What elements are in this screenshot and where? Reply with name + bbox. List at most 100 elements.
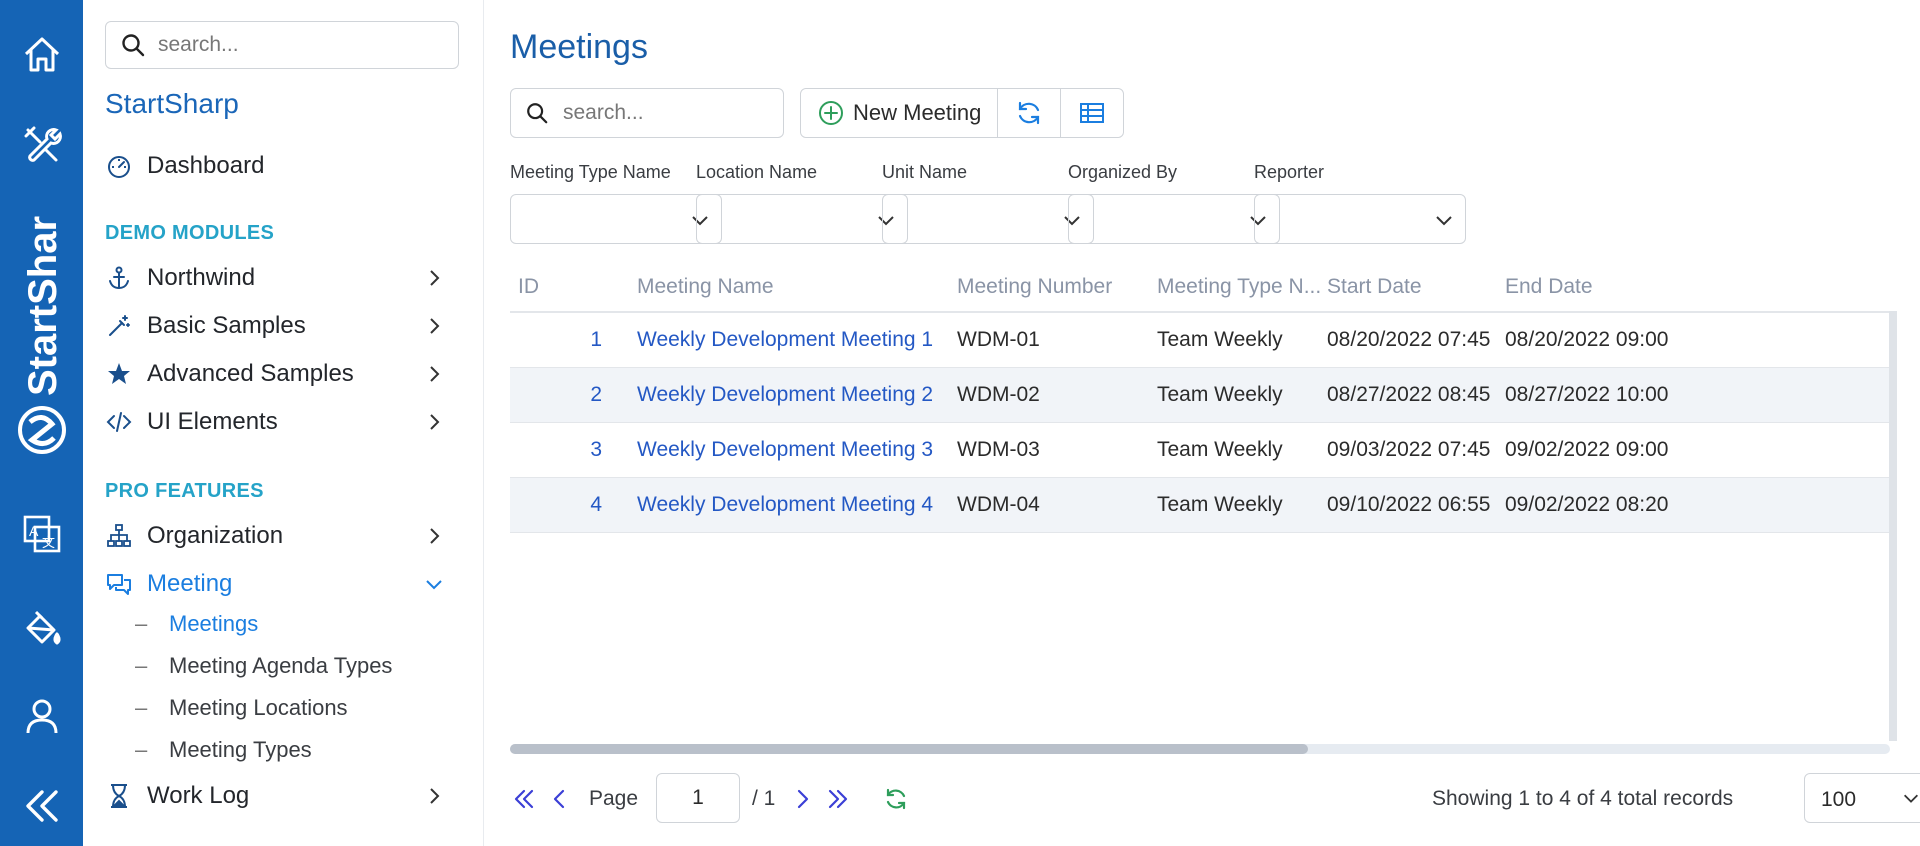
collapse-icon[interactable] xyxy=(0,778,83,834)
sidebar-subitem-meetings[interactable]: – Meetings xyxy=(135,606,258,642)
cell-end-date: 09/02/2022 09:00 xyxy=(1505,438,1669,461)
column-header-meeting-number[interactable]: Meeting Number xyxy=(957,275,1112,299)
cell-start-date: 08/27/2022 08:45 xyxy=(1327,383,1491,406)
chevron-right-icon xyxy=(430,788,440,804)
filter-label: Organized By xyxy=(1068,162,1178,182)
subitem-label: Meeting Locations xyxy=(169,695,348,720)
last-page-icon[interactable] xyxy=(824,785,852,813)
cell-id: 2 xyxy=(590,383,602,406)
sidebar-item-meeting[interactable]: Meeting xyxy=(105,564,465,604)
grid-search-input[interactable] xyxy=(561,100,765,126)
subitem-label: Meetings xyxy=(169,611,259,636)
page-size-select[interactable]: 100 xyxy=(1804,773,1920,823)
spacer xyxy=(739,785,767,813)
sidebar-item-label: Work Log xyxy=(147,782,250,809)
filter-organized-by: Organized By xyxy=(1068,162,1280,244)
page-size-value: 100 xyxy=(1821,788,1857,811)
table-row[interactable]: 3 Weekly Development Meeting 3 WDM-03 Te… xyxy=(510,423,1890,478)
filter-label: Location Name xyxy=(696,162,818,182)
next-page-icon[interactable] xyxy=(788,785,816,813)
cell-end-date: 08/20/2022 09:00 xyxy=(1505,328,1669,351)
column-header-meeting-type[interactable]: Meeting Type N... xyxy=(1157,275,1321,299)
subitem-label: Meeting Types xyxy=(169,737,312,762)
table-row[interactable]: 4 Weekly Development Meeting 4 WDM-04 Te… xyxy=(510,478,1890,533)
table-row[interactable]: 2 Weekly Development Meeting 2 WDM-02 Te… xyxy=(510,368,1890,423)
meeting-name-link[interactable]: Weekly Development Meeting 2 xyxy=(637,383,933,407)
sidebar-item-work-log[interactable]: Work Log xyxy=(105,776,465,816)
page-title: Meetings xyxy=(510,28,648,66)
code-icon xyxy=(106,412,132,432)
star-icon xyxy=(108,363,130,384)
reload-icon[interactable] xyxy=(882,785,910,813)
chevron-right-icon xyxy=(430,366,440,382)
svg-text:A: A xyxy=(29,523,39,539)
user-icon[interactable] xyxy=(0,688,83,744)
chevron-right-icon xyxy=(430,270,440,286)
page-number-input[interactable] xyxy=(656,773,740,823)
filter-reporter: Reporter xyxy=(1254,162,1466,244)
vertical-scrollbar[interactable] xyxy=(1889,311,1897,741)
filter-select[interactable] xyxy=(882,194,1094,244)
column-header-start-date[interactable]: Start Date xyxy=(1327,275,1422,299)
horizontal-scrollbar-thumb[interactable] xyxy=(510,744,1308,754)
records-status: Showing 1 to 4 of 4 total records xyxy=(1432,787,1734,810)
column-header-meeting-name[interactable]: Meeting Name xyxy=(637,275,774,299)
chevron-down-icon xyxy=(1903,794,1919,803)
sidebar-item-organization[interactable]: Organization xyxy=(105,516,465,556)
filter-select[interactable] xyxy=(510,194,722,244)
sidebar-item-dashboard[interactable]: Dashboard xyxy=(105,146,465,186)
table-row[interactable]: 1 Weekly Development Meeting 1 WDM-01 Te… xyxy=(510,313,1890,368)
sidebar-item-basic-samples[interactable]: Basic Samples xyxy=(105,306,465,346)
plus-circle-icon xyxy=(819,101,843,125)
section-demo-modules: DEMO MODULES xyxy=(105,222,275,244)
cell-meeting-number: WDM-03 xyxy=(957,438,1040,461)
cell-meeting-number: WDM-04 xyxy=(957,493,1040,516)
chevron-down-icon xyxy=(426,580,442,590)
new-meeting-label: New Meeting xyxy=(853,100,982,125)
filter-select[interactable] xyxy=(1068,194,1280,244)
sidebar-item-label: Meeting xyxy=(147,570,233,597)
filter-location-name: Location Name xyxy=(696,162,908,244)
refresh-button[interactable] xyxy=(998,89,1062,137)
previous-page-icon[interactable] xyxy=(546,785,574,813)
column-header-end-date[interactable]: End Date xyxy=(1505,275,1593,299)
first-page-icon[interactable] xyxy=(510,785,538,813)
tools-icon[interactable] xyxy=(0,116,83,172)
meetings-grid: ID Meeting Name Meeting Number Meeting T… xyxy=(510,267,1897,747)
pager: Page / 1 xyxy=(510,773,1920,825)
column-header-id[interactable]: ID xyxy=(518,275,539,299)
cell-end-date: 08/27/2022 10:00 xyxy=(1505,383,1669,406)
grid-search[interactable] xyxy=(510,88,784,138)
cell-start-date: 09/03/2022 07:45 xyxy=(1327,438,1491,461)
sidebar-subitem-meeting-agenda-types[interactable]: – Meeting Agenda Types xyxy=(135,648,392,684)
sidebar-item-label: Advanced Samples xyxy=(147,360,354,387)
translate-icon[interactable]: A文 xyxy=(0,506,83,562)
section-pro-features: PRO FEATURES xyxy=(105,480,264,502)
sidebar-subitem-meeting-locations[interactable]: – Meeting Locations xyxy=(135,690,348,726)
sidebar-search-input[interactable] xyxy=(156,32,440,58)
sidebar-item-advanced-samples[interactable]: Advanced Samples xyxy=(105,354,465,394)
new-meeting-button[interactable]: New Meeting xyxy=(801,89,999,137)
sidebar-subitem-meeting-types[interactable]: – Meeting Types xyxy=(135,732,312,768)
column-picker-button[interactable] xyxy=(1061,89,1124,137)
org-chart-icon xyxy=(107,524,131,547)
cell-meeting-type: Team Weekly xyxy=(1157,383,1283,406)
meeting-name-link[interactable]: Weekly Development Meeting 3 xyxy=(637,438,933,462)
brand-title[interactable]: StartSharp xyxy=(105,88,239,120)
meeting-name-link[interactable]: Weekly Development Meeting 1 xyxy=(637,328,933,352)
chevron-right-icon xyxy=(430,528,440,544)
cell-meeting-type: Team Weekly xyxy=(1157,328,1283,351)
filter-label: Meeting Type Name xyxy=(510,162,671,182)
sidebar-item-ui-elements[interactable]: UI Elements xyxy=(105,402,465,442)
cell-start-date: 09/10/2022 06:55 xyxy=(1327,493,1491,516)
filter-meeting-type-name: Meeting Type Name xyxy=(510,162,722,244)
meeting-name-link[interactable]: Weekly Development Meeting 4 xyxy=(637,493,933,517)
filter-select[interactable] xyxy=(696,194,908,244)
home-icon[interactable] xyxy=(0,26,83,82)
cell-id: 3 xyxy=(590,438,602,461)
filter-select[interactable] xyxy=(1254,194,1466,244)
rail-brand: StartShar xyxy=(0,180,83,480)
paint-bucket-icon[interactable] xyxy=(0,600,83,656)
sidebar-item-northwind[interactable]: Northwind xyxy=(105,258,465,298)
sidebar-search[interactable] xyxy=(105,21,459,69)
